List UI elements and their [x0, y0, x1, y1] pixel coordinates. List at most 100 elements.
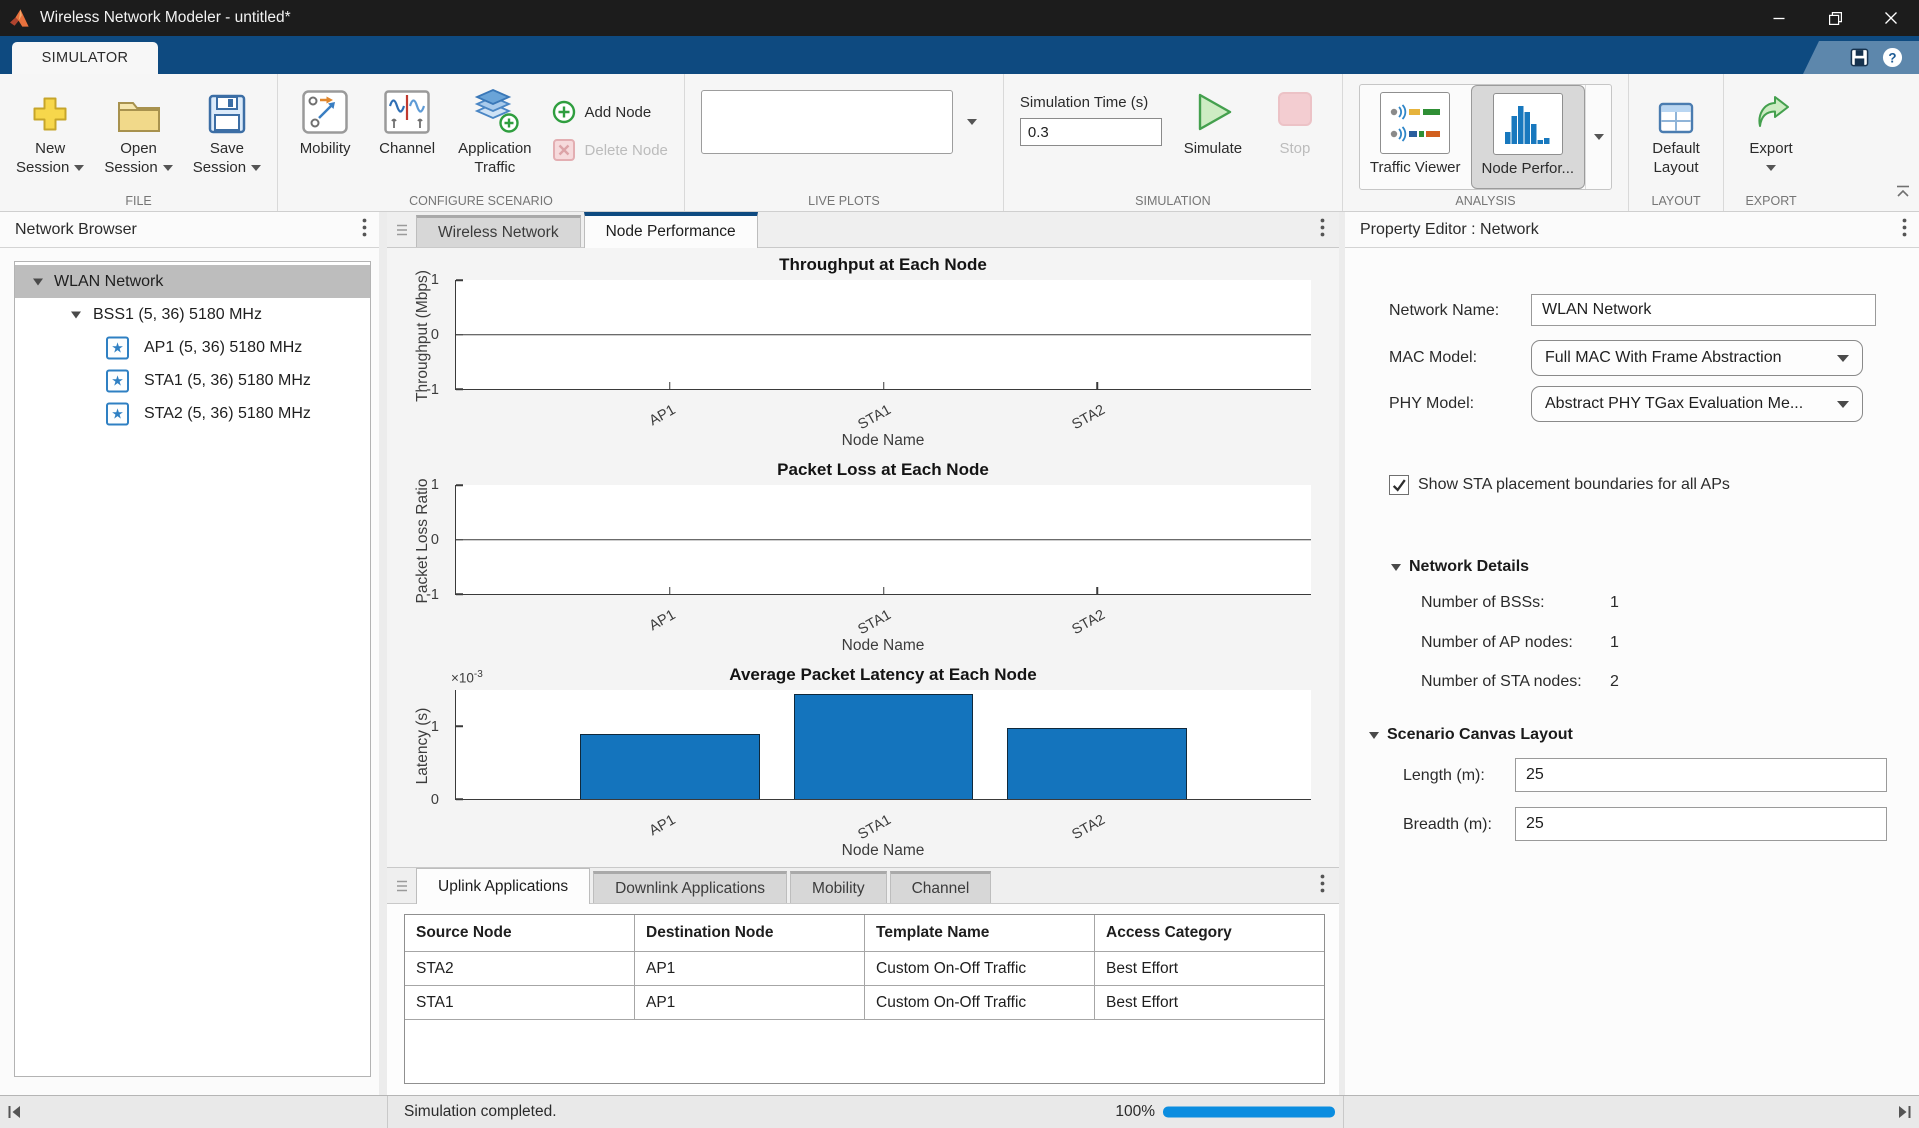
chart-mult: ×10-3	[451, 669, 483, 686]
maximize-button[interactable]	[1807, 0, 1863, 36]
drag-handle-icon[interactable]	[396, 223, 408, 237]
traffic-viewer-button[interactable]: Traffic Viewer	[1360, 85, 1471, 189]
live-plots-dropdown-button[interactable]	[957, 90, 987, 154]
document-tab-strip: Wireless Network Node Performance	[387, 212, 1339, 248]
column-header[interactable]: Access Category	[1095, 915, 1325, 952]
default-layout-button[interactable]: DefaultLayout	[1645, 82, 1707, 177]
xtick-mark	[669, 382, 671, 389]
collapse-right-panel-icon[interactable]	[1896, 1105, 1912, 1120]
chevron-down-icon	[967, 119, 977, 125]
simulation-time-input[interactable]	[1020, 118, 1162, 146]
simulate-button[interactable]: Simulate	[1182, 82, 1244, 158]
tab-uplink-applications[interactable]: Uplink Applications	[416, 868, 590, 904]
tree-expander-icon[interactable]	[33, 278, 43, 285]
qat-save-icon[interactable]	[1850, 48, 1869, 67]
save-session-button[interactable]: SaveSession	[193, 82, 261, 177]
breadth-input[interactable]	[1515, 807, 1887, 841]
statusbar-divider	[1343, 1096, 1344, 1128]
kebab-icon[interactable]	[1320, 218, 1325, 242]
tab-mobility[interactable]: Mobility	[790, 871, 887, 903]
delete-node-button[interactable]: Delete Node	[552, 138, 668, 162]
tree-item-sta2[interactable]: ★ STA2 (5, 36) 5180 MHz	[15, 397, 370, 430]
drag-handle-icon[interactable]	[396, 879, 408, 893]
network-details-section[interactable]: Network Details	[1391, 558, 1529, 576]
application-traffic-label-1: Application	[458, 140, 531, 157]
table-cell: Best Effort	[1095, 986, 1325, 1020]
collapse-left-panel-icon[interactable]	[7, 1105, 23, 1120]
help-icon[interactable]: ?	[1882, 47, 1903, 68]
tab-simulator[interactable]: SIMULATOR	[12, 42, 158, 74]
tab-node-performance[interactable]: Node Performance	[584, 212, 758, 248]
new-session-button[interactable]: NewSession	[16, 82, 84, 177]
tree-expander-icon[interactable]	[71, 311, 81, 318]
column-header[interactable]: Destination Node	[635, 915, 865, 952]
chevron-down-icon	[1594, 134, 1604, 140]
mac-model-value: Full MAC With Frame Abstraction	[1545, 349, 1792, 367]
num-sta-label: Number of STA nodes:	[1421, 673, 1582, 691]
table-row[interactable]: STA1 AP1 Custom On-Off Traffic Best Effo…	[405, 986, 1325, 1020]
phy-model-dropdown[interactable]: Abstract PHY TGax Evaluation Me...	[1531, 386, 1863, 422]
minimize-button[interactable]	[1751, 0, 1807, 36]
add-node-label: Add Node	[585, 104, 652, 121]
node-performance-button[interactable]: Node Perfor...	[1471, 85, 1586, 189]
stop-button[interactable]: Stop	[1264, 82, 1326, 158]
open-session-icon	[117, 84, 161, 134]
uplink-applications-table-area: Source Node Destination Node Template Na…	[387, 904, 1339, 1096]
section-layout: DefaultLayout LAYOUT	[1629, 74, 1724, 211]
tree-item-wlan-network[interactable]: WLAN Network	[15, 265, 370, 298]
length-input[interactable]	[1515, 758, 1887, 792]
ytick-mark	[456, 798, 463, 800]
ytick-label: 0	[431, 792, 439, 808]
tree-item-bss1[interactable]: BSS1 (5, 36) 5180 MHz	[15, 298, 370, 331]
section-label-configure: CONFIGURE SCENARIO	[278, 194, 684, 208]
network-browser-header: Network Browser	[0, 212, 379, 248]
network-tree: WLAN Network BSS1 (5, 36) 5180 MHz ★ AP1…	[14, 261, 371, 1077]
open-session-button[interactable]: OpenSession	[104, 82, 172, 177]
chart-xticks: AP1STA1STA2	[455, 804, 1311, 842]
status-bar: Simulation completed. 100%	[0, 1095, 1919, 1128]
column-header[interactable]: Source Node	[405, 915, 635, 952]
tab-channel[interactable]: Channel	[890, 871, 992, 903]
section-label-file: FILE	[0, 194, 277, 208]
show-sta-boundaries-checkbox[interactable]	[1389, 475, 1409, 495]
save-session-label-1: Save	[210, 140, 244, 157]
tab-downlink-applications[interactable]: Downlink Applications	[593, 871, 787, 903]
stop-label: Stop	[1279, 139, 1310, 158]
panel-splitter[interactable]	[379, 212, 387, 1095]
table-row[interactable]: STA2 AP1 Custom On-Off Traffic Best Effo…	[405, 952, 1325, 986]
ytick-label: -1	[426, 382, 439, 398]
tree-item-ap1[interactable]: ★ AP1 (5, 36) 5180 MHz	[15, 331, 370, 364]
chart-title: Throughput at Each Node	[455, 255, 1311, 275]
xtick-label: STA2	[1069, 607, 1108, 638]
mobility-button[interactable]: Mobility	[294, 82, 356, 158]
export-button[interactable]: Export	[1740, 82, 1802, 177]
scenario-canvas-layout-section[interactable]: Scenario Canvas Layout	[1369, 726, 1573, 744]
kebab-icon[interactable]	[362, 218, 367, 242]
chart-plot	[455, 485, 1311, 595]
application-traffic-button[interactable]: ApplicationTraffic	[458, 82, 531, 177]
chart-bar	[1007, 728, 1187, 799]
analysis-gallery-dropdown[interactable]	[1585, 85, 1611, 189]
add-node-button[interactable]: Add Node	[552, 100, 668, 124]
ytick-label: 1	[431, 272, 439, 288]
xtick-mark	[883, 382, 885, 389]
mac-model-dropdown[interactable]: Full MAC With Frame Abstraction	[1531, 340, 1863, 376]
channel-button[interactable]: Channel	[376, 82, 438, 158]
section-analysis: Traffic Viewer	[1343, 74, 1629, 211]
tab-wireless-network[interactable]: Wireless Network	[416, 215, 581, 247]
tree-item-sta1[interactable]: ★ STA1 (5, 36) 5180 MHz	[15, 364, 370, 397]
kebab-icon[interactable]	[1320, 874, 1325, 898]
column-header[interactable]: Template Name	[865, 915, 1095, 952]
chevron-down-icon	[1369, 732, 1379, 739]
collapse-ribbon-button[interactable]	[1895, 185, 1911, 203]
network-name-label: Network Name:	[1389, 302, 1499, 320]
live-plots-combobox[interactable]	[701, 90, 953, 154]
close-button[interactable]	[1863, 0, 1919, 36]
xtick-label: STA1	[855, 812, 894, 843]
network-name-input[interactable]	[1531, 294, 1876, 326]
property-editor-content: Network Name: MAC Model: Full MAC With F…	[1345, 248, 1919, 1095]
tree-item-label: WLAN Network	[54, 273, 163, 291]
kebab-icon[interactable]	[1902, 218, 1907, 242]
delete-node-icon	[552, 138, 576, 162]
xtick-mark	[883, 587, 885, 594]
